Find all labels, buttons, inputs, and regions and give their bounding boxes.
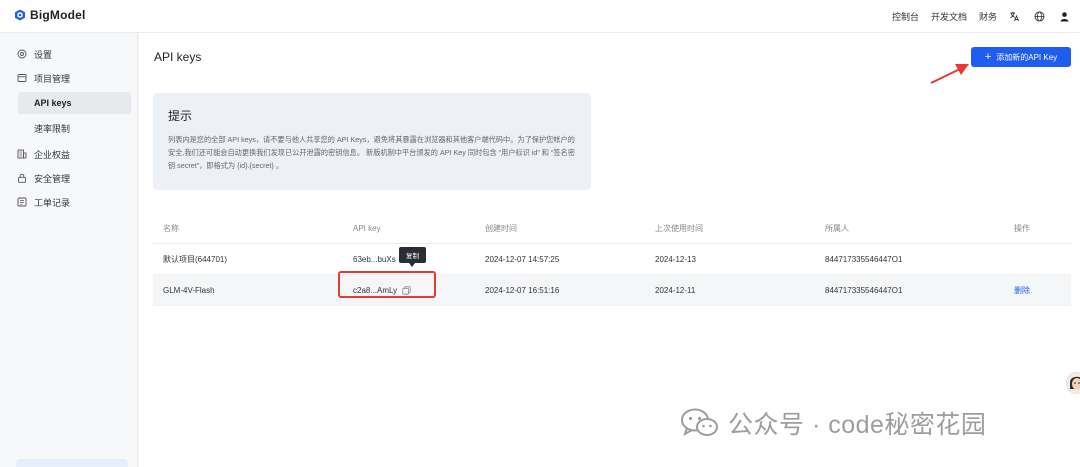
project-icon — [17, 73, 27, 83]
column-header-created: 创建时间 — [485, 224, 517, 233]
top-nav: 控制台 开发文档 财务 — [892, 10, 1070, 23]
add-api-key-button[interactable]: + 添加新的API Key — [971, 47, 1071, 67]
delete-link[interactable]: 删除 — [1014, 275, 1030, 306]
sidebar-item-settings[interactable]: 设置 — [17, 45, 52, 63]
column-header-last-used: 上次使用时间 — [655, 224, 703, 233]
cell-owner: 844717335546447O1 — [825, 255, 903, 264]
assistant-avatar[interactable] — [1066, 372, 1080, 394]
sidebar-item-label: API keys — [34, 98, 72, 108]
translate-icon[interactable] — [1009, 11, 1020, 22]
building-icon — [17, 149, 27, 159]
cell-owner: 844717335546447O1 — [825, 286, 903, 295]
table-row: 默认项目(644701) 63eb...buXs 2024-12-07 14:5… — [153, 244, 1071, 275]
tip-title: 提示 — [168, 109, 193, 123]
cell-created: 2024-12-07 16:51:16 — [485, 286, 560, 295]
nav-finance[interactable]: 财务 — [979, 10, 997, 23]
user-icon[interactable] — [1059, 11, 1070, 22]
ticket-icon — [17, 197, 27, 207]
sidebar-item-label: 设置 — [34, 49, 53, 60]
add-api-key-label: 添加新的API Key — [996, 52, 1058, 62]
tip-card: 提示 列表内是您的全部 API keys，请不要与他人共享您的 API Keys… — [153, 93, 591, 190]
wechat-icon — [681, 408, 718, 437]
watermark: 公众号 · code秘密花园 — [680, 405, 986, 441]
plus-icon: + — [984, 50, 992, 63]
column-header-api-key: API key — [353, 224, 381, 233]
table-row: GLM-4V-Flash c2a8...AmLy 2024-12-07 16:5… — [153, 275, 1071, 306]
column-header-name: 名称 — [163, 224, 179, 233]
lock-icon — [17, 173, 27, 183]
annotation-arrow-icon — [930, 64, 969, 84]
watermark-text: 公众号 · code秘密花园 — [728, 411, 987, 439]
copy-tooltip: 复制 — [399, 247, 426, 267]
cell-name: GLM-4V-Flash — [163, 286, 215, 295]
nav-docs[interactable]: 开发文档 — [931, 10, 967, 23]
cell-created: 2024-12-07 14:57:25 — [485, 255, 560, 264]
sidebar-item-enterprise[interactable]: 企业权益 — [17, 145, 70, 163]
page-title: API keys — [154, 50, 202, 64]
highlight-box — [338, 271, 436, 298]
sidebar-item-security[interactable]: 安全管理 — [17, 169, 70, 187]
nav-console[interactable]: 控制台 — [892, 10, 919, 23]
sidebar-item-rate-limit[interactable]: 速率限制 — [18, 117, 131, 139]
sidebar-item-label: 项目管理 — [34, 73, 71, 84]
cell-last-used: 2024-12-13 — [655, 255, 696, 264]
cell-name: 默认项目(644701) — [163, 255, 228, 264]
sidebar-item-label: 安全管理 — [34, 173, 71, 184]
globe-icon[interactable] — [1034, 11, 1045, 22]
column-header-owner: 所属人 — [825, 224, 849, 233]
table-header: 名称 API key 创建时间 上次使用时间 所属人 操作 — [153, 213, 1071, 244]
sidebar-bottom-card[interactable] — [16, 459, 128, 467]
brand-name: BigModel — [30, 8, 86, 22]
sidebar-item-label: 工单记录 — [34, 197, 71, 208]
top-bar: BigModel 控制台 开发文档 财务 — [0, 0, 1080, 33]
sidebar-item-project-management[interactable]: 项目管理 — [17, 69, 70, 87]
brand-logo[interactable]: BigModel — [14, 8, 86, 22]
cell-last-used: 2024-12-11 — [655, 286, 696, 295]
bigmodel-logo-icon — [14, 9, 26, 21]
api-keys-table: 名称 API key 创建时间 上次使用时间 所属人 操作 默认项目(64470… — [153, 213, 1071, 306]
column-header-actions: 操作 — [1014, 224, 1030, 233]
sidebar-item-api-keys[interactable]: API keys — [18, 92, 131, 114]
settings-icon — [17, 49, 27, 59]
sidebar-item-label: 速率限制 — [34, 123, 71, 134]
sidebar: 设置 项目管理 API keys 速率限制 企业权益 安全管理 工单记录 — [0, 33, 138, 467]
tip-body: 列表内是您的全部 API keys，请不要与他人共享您的 API Keys，避免… — [168, 135, 575, 170]
sidebar-item-label: 企业权益 — [34, 149, 71, 160]
sidebar-item-tickets[interactable]: 工单记录 — [17, 193, 70, 211]
main-content: API keys + 添加新的API Key 提示 列表内是您的全部 API k… — [139, 33, 1080, 467]
